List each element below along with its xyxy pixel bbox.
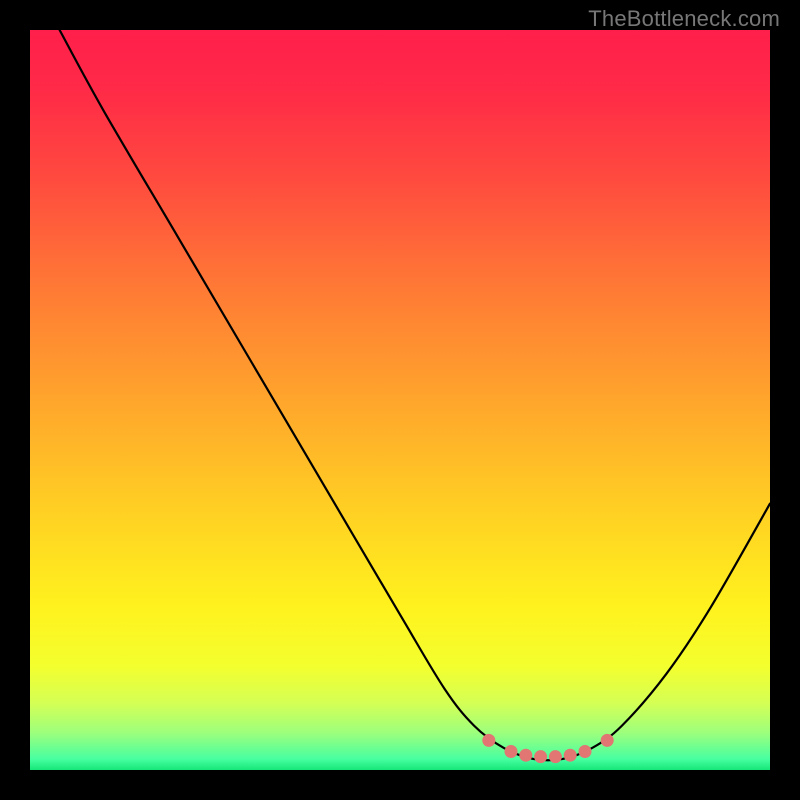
optimal-marker <box>564 749 577 762</box>
optimal-marker <box>482 734 495 747</box>
bottleneck-plot <box>30 30 770 770</box>
optimal-marker <box>549 750 562 763</box>
optimal-marker <box>505 745 518 758</box>
optimal-marker <box>579 745 592 758</box>
optimal-marker <box>519 749 532 762</box>
optimal-marker <box>534 750 547 763</box>
gradient-background <box>30 30 770 770</box>
optimal-marker <box>601 734 614 747</box>
watermark-text: TheBottleneck.com <box>588 6 780 32</box>
